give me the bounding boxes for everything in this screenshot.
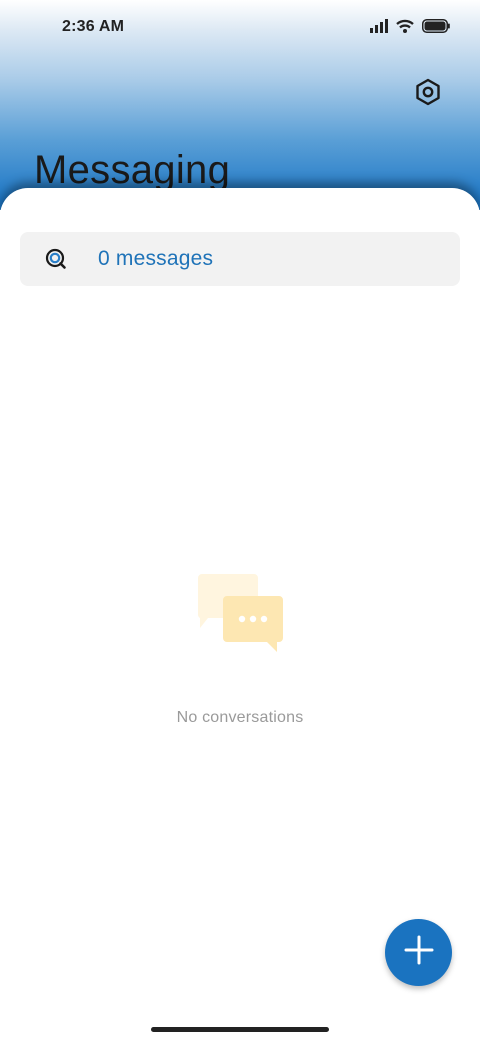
battery-icon (422, 18, 450, 38)
search-icon (44, 247, 68, 271)
empty-state-text: No conversations (176, 709, 304, 726)
page-title: Messaging (34, 148, 231, 192)
chat-bubbles-icon (194, 570, 288, 654)
settings-button[interactable] (410, 76, 446, 112)
search-bar[interactable]: 0 messages (20, 232, 460, 286)
new-conversation-button[interactable] (385, 919, 452, 986)
plus-icon (404, 935, 434, 970)
status-icons (370, 18, 450, 38)
wifi-icon (396, 19, 414, 38)
search-label: 0 messages (98, 247, 214, 270)
home-indicator[interactable] (151, 1027, 329, 1032)
cellular-signal-icon (370, 18, 388, 38)
status-time: 2:36 AM (62, 18, 125, 35)
messaging-screen: 2:36 AM Messaging 0 messages No conversa… (0, 0, 480, 1040)
settings-hexagon-icon (415, 78, 441, 111)
status-bar: 2:36 AM (0, 0, 480, 56)
